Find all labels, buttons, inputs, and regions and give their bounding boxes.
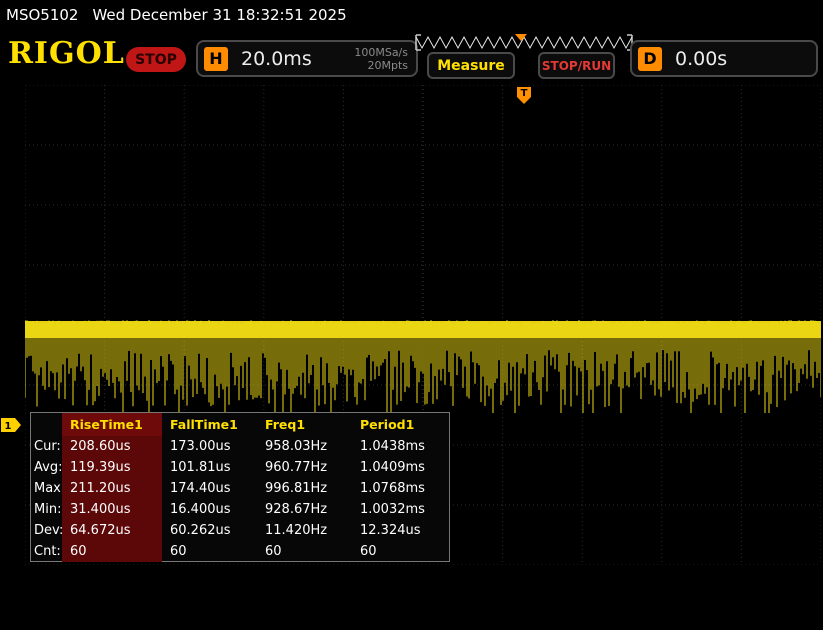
min-freq: 928.67Hz bbox=[257, 499, 352, 520]
rigol-logo: RIGOL bbox=[8, 36, 125, 71]
row-label: Max: bbox=[31, 478, 62, 499]
bottom-bar: 1 2.00V -3.44V 2 100mV bbox=[0, 570, 823, 630]
trigger-position-marker[interactable]: T bbox=[517, 87, 531, 104]
measurement-row-cnt: Cnt: 60 60 60 60 bbox=[31, 541, 449, 562]
min-falltime: 16.400us bbox=[162, 499, 257, 520]
measurement-row-dev: Dev: 64.672us 60.262us 11.420Hz 12.324us bbox=[31, 520, 449, 541]
max-period: 1.0768ms bbox=[352, 478, 447, 499]
measurement-column-freq[interactable]: Freq1 bbox=[257, 413, 352, 436]
min-period: 1.0032ms bbox=[352, 499, 447, 520]
avg-falltime: 101.81us bbox=[162, 457, 257, 478]
max-freq: 996.81Hz bbox=[257, 478, 352, 499]
row-label: Cnt: bbox=[31, 541, 62, 562]
cnt-period: 60 bbox=[352, 541, 447, 562]
avg-risetime: 119.39us bbox=[62, 457, 162, 478]
delay-settings-panel[interactable]: D 0.00s bbox=[630, 40, 818, 77]
horizontal-label: H bbox=[204, 47, 228, 71]
dev-risetime: 64.672us bbox=[62, 520, 162, 541]
model-name: MSO5102 bbox=[6, 6, 78, 24]
cur-risetime: 208.60us bbox=[62, 436, 162, 457]
delay-label: D bbox=[638, 47, 662, 71]
run-state-badge[interactable]: STOP bbox=[126, 47, 186, 72]
trigger-marker-letter: T bbox=[521, 88, 528, 99]
cur-period: 1.0438ms bbox=[352, 436, 447, 457]
cnt-risetime: 60 bbox=[62, 541, 162, 562]
horizontal-settings-panel[interactable]: H 20.0ms 100MSa/s 20Mpts bbox=[196, 40, 418, 77]
status-bar: MSO5102 Wed December 31 18:32:51 2025 bbox=[0, 0, 823, 30]
row-label: Avg: bbox=[31, 457, 62, 478]
measurement-row-min: Min: 31.400us 16.400us 928.67Hz 1.0032ms bbox=[31, 499, 449, 520]
measurement-row-cur: Cur: 208.60us 173.00us 958.03Hz 1.0438ms bbox=[31, 436, 449, 457]
timebase-value: 20.0ms bbox=[241, 48, 312, 70]
cnt-freq: 60 bbox=[257, 541, 352, 562]
avg-period: 1.0409ms bbox=[352, 457, 447, 478]
dev-freq: 11.420Hz bbox=[257, 520, 352, 541]
dev-period: 12.324us bbox=[352, 520, 447, 541]
channel1-marker-number: 1 bbox=[5, 421, 12, 432]
row-label: Min: bbox=[31, 499, 62, 520]
row-label: Cur: bbox=[31, 436, 62, 457]
cur-falltime: 173.00us bbox=[162, 436, 257, 457]
measurement-corner bbox=[31, 413, 62, 436]
cnt-falltime: 60 bbox=[162, 541, 257, 562]
measurement-column-risetime[interactable]: RiseTime1 bbox=[62, 413, 162, 436]
max-falltime: 174.40us bbox=[162, 478, 257, 499]
row-label: Dev: bbox=[31, 520, 62, 541]
measure-button[interactable]: Measure bbox=[427, 52, 515, 79]
datetime: Wed December 31 18:32:51 2025 bbox=[92, 6, 346, 24]
waveform-memory-preview[interactable] bbox=[414, 34, 635, 52]
measurement-header-row: RiseTime1 FallTime1 Freq1 Period1 bbox=[31, 413, 449, 436]
dev-falltime: 60.262us bbox=[162, 520, 257, 541]
cur-freq: 958.03Hz bbox=[257, 436, 352, 457]
stop-run-button[interactable]: STOP/RUN bbox=[538, 52, 615, 79]
measurement-panel: RiseTime1 FallTime1 Freq1 Period1 Cur: 2… bbox=[30, 412, 450, 562]
measurement-row-max: Max: 211.20us 174.40us 996.81Hz 1.0768ms bbox=[31, 478, 449, 499]
measurement-column-falltime[interactable]: FallTime1 bbox=[162, 413, 257, 436]
memory-depth: 20Mpts bbox=[354, 59, 408, 72]
channel1-level-marker[interactable]: 1 bbox=[1, 418, 22, 433]
preview-waveform bbox=[416, 37, 632, 48]
delay-value: 0.00s bbox=[675, 48, 727, 70]
max-risetime: 211.20us bbox=[62, 478, 162, 499]
measurement-column-period[interactable]: Period1 bbox=[352, 413, 447, 436]
sample-rate: 100MSa/s bbox=[354, 46, 408, 59]
avg-freq: 960.77Hz bbox=[257, 457, 352, 478]
min-risetime: 31.400us bbox=[62, 499, 162, 520]
oscilloscope-screen: MSO5102 Wed December 31 18:32:51 2025 RIG… bbox=[0, 0, 823, 630]
measurement-row-avg: Avg: 119.39us 101.81us 960.77Hz 1.0409ms bbox=[31, 457, 449, 478]
